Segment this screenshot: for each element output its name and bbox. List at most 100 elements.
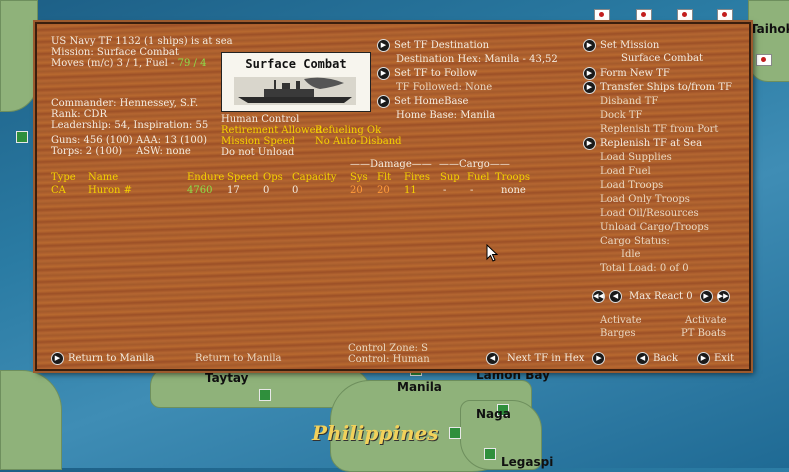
commander-leadership: Leadership: 54, Inspiration: 55 <box>51 120 209 131</box>
fast-forward-icon[interactable]: ▶▶ <box>716 290 730 303</box>
max-react-control: ◀◀ ◀ Max React 0 ▶ ▶▶ <box>592 290 730 303</box>
cargo-status-label: Cargo Status: <box>600 236 670 247</box>
destination-hex: Destination Hex: Manila - 43,52 <box>396 54 558 65</box>
arrow-right-icon: ▶ <box>377 95 390 108</box>
cell-flt: 20 <box>377 185 390 196</box>
map-label-naga: Naga <box>476 407 511 421</box>
asw-stat: ASW: none <box>136 146 191 157</box>
tf-moves-label: Moves (m/c) 3 / 1, Fuel - <box>51 58 178 69</box>
col-flt: Flt <box>377 172 392 183</box>
activate-barges-line2: Barges <box>600 328 636 339</box>
arrow-right-icon: ▶ <box>583 67 596 80</box>
cell-sys: 20 <box>350 185 363 196</box>
replenish-port-button[interactable]: Replenish TF from Port <box>600 124 718 136</box>
base-icon[interactable] <box>449 427 461 439</box>
tf-followed: TF Followed: None <box>396 82 493 93</box>
japan-flag-icon[interactable] <box>717 9 733 21</box>
map-label-manila: Manila <box>397 380 442 394</box>
base-icon[interactable] <box>16 131 28 143</box>
activate-pt-boats-button[interactable]: Activate PT Boats <box>681 314 727 340</box>
unload-toggle[interactable]: Do not Unload <box>221 147 294 159</box>
cell-fires: 11 <box>404 185 417 196</box>
cell-name[interactable]: Huron # <box>88 185 132 197</box>
col-troops: Troops <box>495 172 531 183</box>
disband-tf-button[interactable]: Disband TF <box>600 96 658 108</box>
cell-endure: 4760 <box>187 185 213 196</box>
torps-stat: Torps: 2 (100) <box>51 146 123 157</box>
replenish-sea-label: Replenish TF at Sea <box>600 138 703 149</box>
arrow-right-icon[interactable]: ▶ <box>592 352 606 365</box>
mission-photo-caption: Surface Combat <box>245 57 347 71</box>
activate-barges-line1: Activate <box>600 315 642 326</box>
dock-tf-button[interactable]: Dock TF <box>600 110 643 122</box>
arrow-right-icon: ▶ <box>583 81 596 94</box>
col-speed: Speed <box>227 172 259 183</box>
col-name: Name <box>88 172 119 183</box>
activate-barges-button[interactable]: Activate Barges <box>600 314 642 340</box>
base-icon[interactable] <box>484 448 496 460</box>
unload-cargo-button[interactable]: Unload Cargo/Troops <box>600 222 709 234</box>
home-base: Home Base: Manila <box>396 110 496 121</box>
set-mission-label: Set Mission <box>600 40 660 51</box>
set-homebase-button[interactable]: ▶ Set HomeBase <box>377 95 468 108</box>
load-only-troops-button[interactable]: Load Only Troops <box>600 194 690 206</box>
control-side: Control: Human <box>348 354 430 365</box>
cell-type: CA <box>51 185 66 196</box>
exit-button[interactable]: ▶ Exit <box>697 352 734 365</box>
replenish-sea-button[interactable]: ▶ Replenish TF at Sea <box>583 137 702 150</box>
form-new-tf-label: Form New TF <box>600 68 670 79</box>
return-status: Return to Manila <box>195 353 282 364</box>
cell-ops: 0 <box>263 185 270 196</box>
warship-image <box>234 77 356 105</box>
form-new-tf-button[interactable]: ▶ Form New TF <box>583 67 670 80</box>
set-mission-button[interactable]: ▶ Set Mission <box>583 39 659 52</box>
arrow-right-icon[interactable]: ▶ <box>699 290 713 303</box>
fast-back-icon[interactable]: ◀◀ <box>592 290 605 303</box>
tf-moves: Moves (m/c) 3 / 1, Fuel - 79 / 4 <box>51 58 206 70</box>
japan-flag-icon[interactable] <box>594 9 610 21</box>
japan-flag-icon[interactable] <box>677 9 693 21</box>
col-fires: Fires <box>404 172 430 183</box>
arrow-left-icon[interactable]: ◀ <box>609 290 622 303</box>
return-home-button[interactable]: ▶ Return to Manila <box>51 352 155 365</box>
land-west-2 <box>0 370 62 470</box>
set-tf-follow-button[interactable]: ▶ Set TF to Follow <box>377 67 477 80</box>
load-fuel-button[interactable]: Load Fuel <box>600 166 651 178</box>
activate-pt-line1: Activate <box>685 315 727 326</box>
arrow-right-icon: ▶ <box>51 352 64 365</box>
arrow-left-icon[interactable]: ◀ <box>486 352 499 365</box>
next-tf-label: Next TF in Hex <box>507 353 585 364</box>
task-force-panel: US Navy TF 1132 (1 ships) is at sea Miss… <box>35 22 751 371</box>
auto-disband-toggle[interactable]: No Auto-Disband <box>315 136 402 148</box>
set-tf-destination-label: Set TF Destination <box>394 40 490 51</box>
col-ops: Ops <box>263 172 283 183</box>
set-homebase-label: Set HomeBase <box>394 96 469 107</box>
back-label: Back <box>653 353 678 364</box>
cell-troops: none <box>501 185 526 196</box>
arrow-left-icon: ◀ <box>636 352 649 365</box>
mission-value: Surface Combat <box>621 53 703 64</box>
col-sys: Sys <box>350 172 368 183</box>
load-troops-button[interactable]: Load Troops <box>600 180 663 192</box>
cell-capacity: 0 <box>292 185 299 196</box>
cargo-group-header: ——Cargo—— <box>439 159 510 170</box>
cell-sup: - <box>443 185 447 196</box>
japan-flag-icon[interactable] <box>756 54 772 66</box>
set-tf-destination-button[interactable]: ▶ Set TF Destination <box>377 39 489 52</box>
load-oil-button[interactable]: Load Oil/Resources <box>600 208 699 220</box>
col-sup: Sup <box>440 172 460 183</box>
japan-flag-icon[interactable] <box>636 9 652 21</box>
load-supplies-button[interactable]: Load Supplies <box>600 152 672 164</box>
col-type: Type <box>51 172 76 183</box>
return-home-label: Return to Manila <box>68 353 155 364</box>
activate-pt-line2: PT Boats <box>681 328 727 339</box>
back-button[interactable]: ◀ Back <box>636 352 678 365</box>
arrow-right-icon: ▶ <box>377 39 390 52</box>
transfer-ships-button[interactable]: ▶ Transfer Ships to/from TF <box>583 81 732 94</box>
next-tf-button[interactable]: ◀ Next TF in Hex ▶ <box>486 352 606 365</box>
base-icon[interactable] <box>259 389 271 401</box>
col-endure: Endure <box>187 172 225 183</box>
tf-fuel-value: 79 / 4 <box>177 58 207 69</box>
mouse-cursor-icon <box>486 244 498 262</box>
set-tf-follow-label: Set TF to Follow <box>394 68 478 79</box>
